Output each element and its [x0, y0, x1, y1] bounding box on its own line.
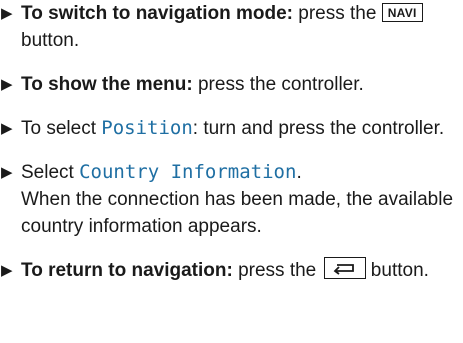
menu-term-position: Position [101, 117, 193, 139]
bullet-arrow-icon: ▶ [1, 5, 13, 22]
step-text: button. [21, 30, 80, 51]
step-text: press the [232, 260, 322, 281]
step-text: press the [292, 3, 382, 24]
step-show-menu: ▶ To show the menu: press the controller… [0, 71, 463, 98]
step-heading: To return to navigation: [21, 260, 233, 281]
step-text: To select [21, 118, 102, 139]
bullet-arrow-icon: ▶ [1, 262, 13, 279]
bullet-arrow-icon: ▶ [1, 164, 13, 181]
menu-term-country-information: Country Information [79, 161, 297, 183]
step-select-country-information: ▶ Select Country Information. When the c… [0, 159, 463, 240]
step-text: . [296, 162, 302, 183]
step-heading: To show the menu: [21, 74, 193, 95]
step-continuation-text: When the connection has been made, the a… [21, 189, 454, 237]
instruction-list: ▶ To switch to navigation mode: press th… [0, 0, 463, 301]
navi-key-icon: NAVI [381, 3, 423, 22]
step-text: button. [365, 260, 429, 281]
bullet-arrow-icon: ▶ [1, 120, 13, 137]
back-arrow-icon [323, 257, 366, 279]
step-text: Select [21, 162, 80, 183]
step-text: : turn and press the controller. [192, 118, 445, 139]
bullet-arrow-icon: ▶ [1, 76, 13, 93]
step-return-navigation: ▶ To return to navigation: press the but… [0, 257, 463, 284]
step-heading: To switch to navigation mode: [21, 3, 293, 24]
step-select-position: ▶ To select Position: turn and press the… [0, 115, 463, 142]
step-switch-navigation: ▶ To switch to navigation mode: press th… [0, 0, 463, 54]
step-text: press the controller. [192, 74, 364, 95]
